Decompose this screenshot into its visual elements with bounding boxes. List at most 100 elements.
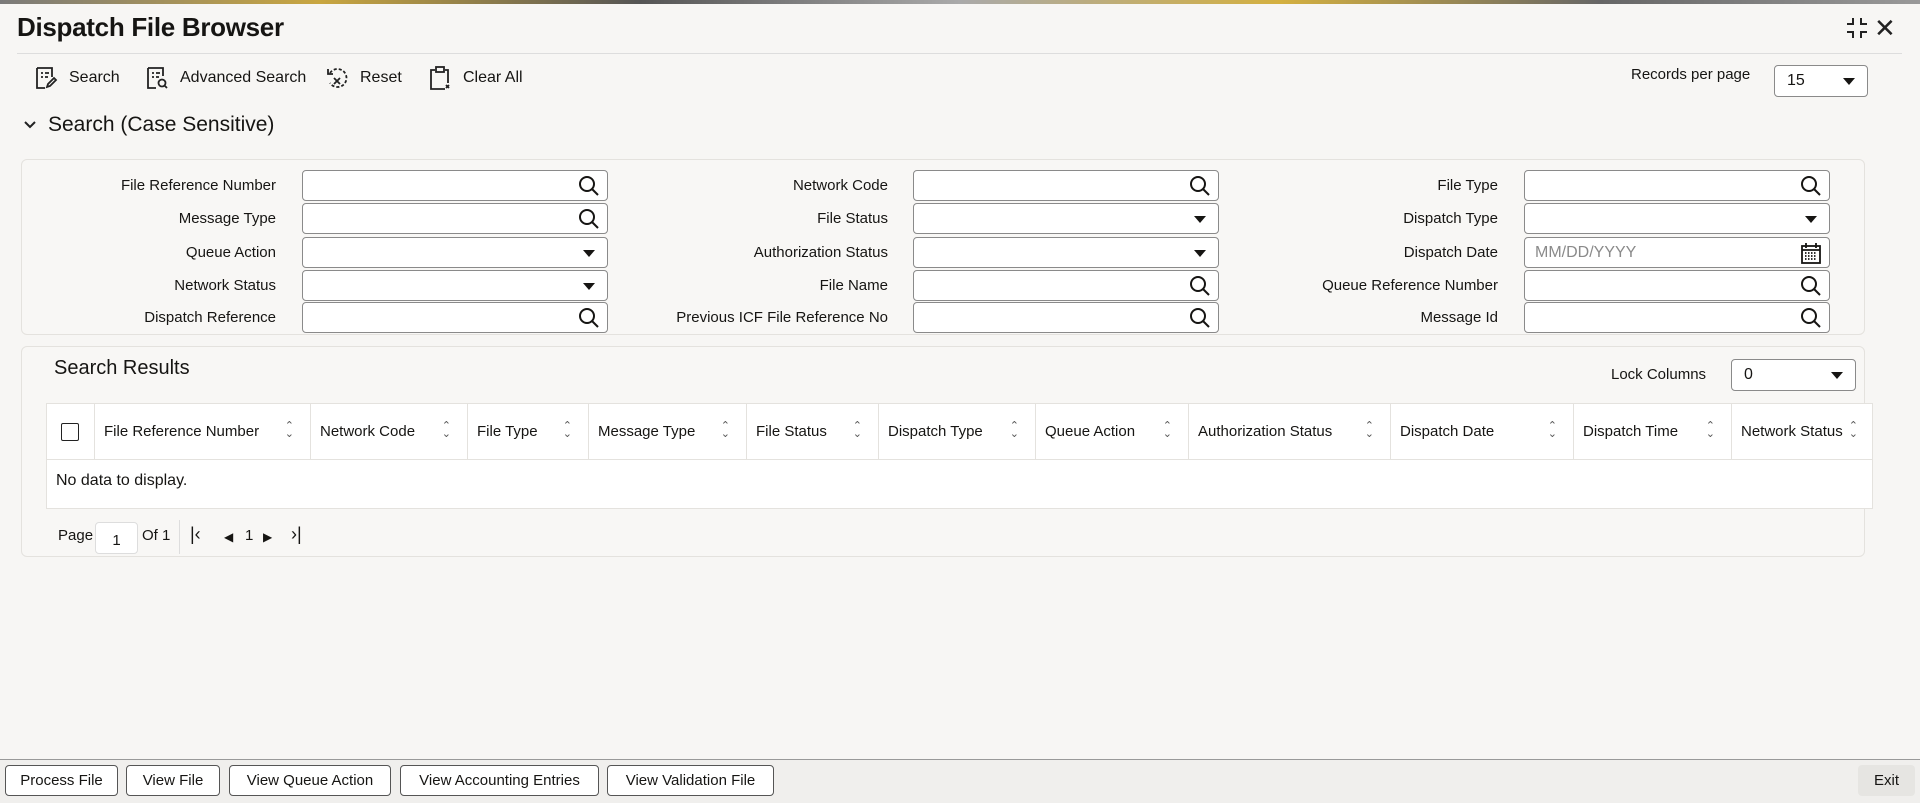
page-label: Page [58, 527, 94, 544]
advanced-search-label: Advanced Search [180, 69, 307, 86]
sort-icon[interactable]: ⌃ ⌄ [1849, 421, 1858, 440]
search-icon[interactable] [1799, 174, 1823, 198]
search-button[interactable]: Search [33, 64, 120, 92]
advanced-search-button[interactable]: Advanced Search [144, 64, 306, 92]
queue-action-select[interactable] [302, 237, 608, 268]
dispatch-date-label: Dispatch Date [1403, 244, 1498, 261]
sort-icon[interactable]: ⌃ ⌄ [1163, 421, 1172, 440]
minimize-icon[interactable] [1845, 16, 1869, 46]
column-header-authorization-status[interactable]: Authorization Status ⌃ ⌄ [1189, 404, 1391, 459]
search-icon[interactable] [577, 306, 601, 330]
column-header-dispatch-time[interactable]: Dispatch Time ⌃ ⌄ [1574, 404, 1732, 459]
results-table: File Reference Number ⌃ ⌄ Network Code ⌃ ⌄ Fil… [46, 403, 1873, 509]
message-type-input[interactable] [302, 203, 608, 234]
lock-columns-select[interactable]: 0 [1731, 359, 1856, 391]
column-header-network-code[interactable]: Network Code ⌃ ⌄ [311, 404, 468, 459]
process-file-button[interactable]: Process File [5, 765, 118, 796]
column-header-label: Network Status [1741, 423, 1843, 440]
search-icon[interactable] [1799, 274, 1823, 298]
reset-label: Reset [360, 69, 402, 86]
page-input[interactable]: 1 [95, 522, 138, 554]
first-page-icon[interactable]: |‹ [190, 524, 201, 545]
network-status-label: Network Status [174, 277, 276, 294]
previous-page-icon[interactable]: ◀ [224, 530, 233, 544]
column-header-file-type[interactable]: File Type ⌃ ⌄ [468, 404, 589, 459]
chevron-down-icon [1194, 215, 1206, 223]
view-queue-action-button[interactable]: View Queue Action [229, 765, 391, 796]
column-header-file-status[interactable]: File Status ⌃ ⌄ [747, 404, 879, 459]
file-reference-number-label: File Reference Number [120, 177, 276, 194]
network-code-input[interactable] [913, 170, 1219, 201]
last-page-icon[interactable]: ›| [291, 524, 302, 545]
reset-button[interactable]: Reset [324, 64, 402, 92]
records-per-page-label: Records per page [1631, 66, 1751, 83]
empty-message: No data to display. [56, 472, 188, 489]
sort-icon[interactable]: ⌃ ⌄ [1706, 421, 1715, 440]
file-status-select[interactable] [913, 203, 1219, 234]
dispatch-date-input[interactable]: MM/DD/YYYY [1524, 237, 1830, 268]
sort-icon[interactable]: ⌃ ⌄ [853, 421, 862, 440]
column-header-label: Authorization Status [1198, 423, 1333, 440]
sort-icon[interactable]: ⌃ ⌄ [721, 421, 730, 440]
queue-reference-number-label: Queue Reference Number [1322, 277, 1498, 294]
previous-icf-file-reference-no-input[interactable] [913, 302, 1219, 333]
file-reference-number-input[interactable] [302, 170, 608, 201]
top-banner [0, 0, 1920, 4]
exit-button[interactable]: Exit [1858, 765, 1915, 796]
view-accounting-entries-button[interactable]: View Accounting Entries [400, 765, 599, 796]
search-icon[interactable] [1188, 274, 1212, 298]
column-header-network-status[interactable]: Network Status ⌃ ⌄ [1732, 404, 1874, 459]
dispatch-reference-input[interactable] [302, 302, 608, 333]
authorization-status-label: Authorization Status [753, 244, 888, 261]
dispatch-type-select[interactable] [1524, 203, 1830, 234]
records-per-page-select[interactable]: 15 [1774, 65, 1868, 97]
file-type-input[interactable] [1524, 170, 1830, 201]
dispatch-reference-label: Dispatch Reference [144, 309, 276, 326]
search-icon[interactable] [1188, 306, 1212, 330]
view-file-button[interactable]: View File [126, 765, 220, 796]
column-header-dispatch-date[interactable]: Dispatch Date ⌃ ⌄ [1391, 404, 1574, 459]
sort-icon[interactable]: ⌃ ⌄ [1365, 421, 1374, 440]
search-icon[interactable] [577, 174, 601, 198]
queue-reference-number-input[interactable] [1524, 270, 1830, 301]
chevron-down-icon [583, 282, 595, 290]
search-icon[interactable] [1188, 174, 1212, 198]
divider [179, 520, 180, 554]
sort-icon[interactable]: ⌃ ⌄ [563, 421, 572, 440]
column-header-label: File Status [756, 423, 827, 440]
sort-icon[interactable]: ⌃ ⌄ [1548, 421, 1557, 440]
column-header-label: Dispatch Date [1400, 423, 1495, 440]
file-name-input[interactable] [913, 270, 1219, 301]
column-header-label: Dispatch Type [888, 423, 983, 440]
calendar-icon[interactable] [1799, 241, 1823, 265]
select-all-checkbox[interactable] [61, 422, 79, 441]
dispatch-date-placeholder: MM/DD/YYYY [1535, 244, 1637, 261]
authorization-status-select[interactable] [913, 237, 1219, 268]
close-icon[interactable]: ✕ [1874, 13, 1896, 44]
next-page-icon[interactable]: ▶ [263, 530, 272, 544]
clipboard-clear-icon [430, 66, 450, 90]
clear-all-button[interactable]: Clear All [427, 64, 523, 92]
network-status-select[interactable] [302, 270, 608, 301]
search-icon[interactable] [577, 207, 601, 231]
column-header-file-reference-number[interactable]: File Reference Number ⌃ ⌄ [95, 404, 311, 459]
search-section-title: Search (Case Sensitive) [48, 113, 275, 136]
column-header-message-type[interactable]: Message Type ⌃ ⌄ [589, 404, 747, 459]
search-section-toggle[interactable]: Search (Case Sensitive) [22, 113, 274, 137]
file-status-label: File Status [817, 210, 888, 227]
message-type-label: Message Type [178, 210, 276, 227]
view-validation-file-button[interactable]: View Validation File [607, 765, 774, 796]
sort-icon[interactable]: ⌃ ⌄ [285, 421, 294, 440]
message-id-input[interactable] [1524, 302, 1830, 333]
search-label: Search [69, 69, 120, 86]
advanced-search-icon [147, 67, 168, 89]
column-header-queue-action[interactable]: Queue Action ⌃ ⌄ [1036, 404, 1189, 459]
current-page[interactable]: 1 [245, 527, 253, 544]
reset-icon [327, 68, 348, 88]
column-header-dispatch-type[interactable]: Dispatch Type ⌃ ⌄ [879, 404, 1036, 459]
records-per-page-value: 15 [1787, 72, 1805, 89]
column-header-label: File Type [477, 423, 538, 440]
sort-icon[interactable]: ⌃ ⌄ [1010, 421, 1019, 440]
sort-icon[interactable]: ⌃ ⌄ [442, 421, 451, 440]
search-icon[interactable] [1799, 306, 1823, 330]
